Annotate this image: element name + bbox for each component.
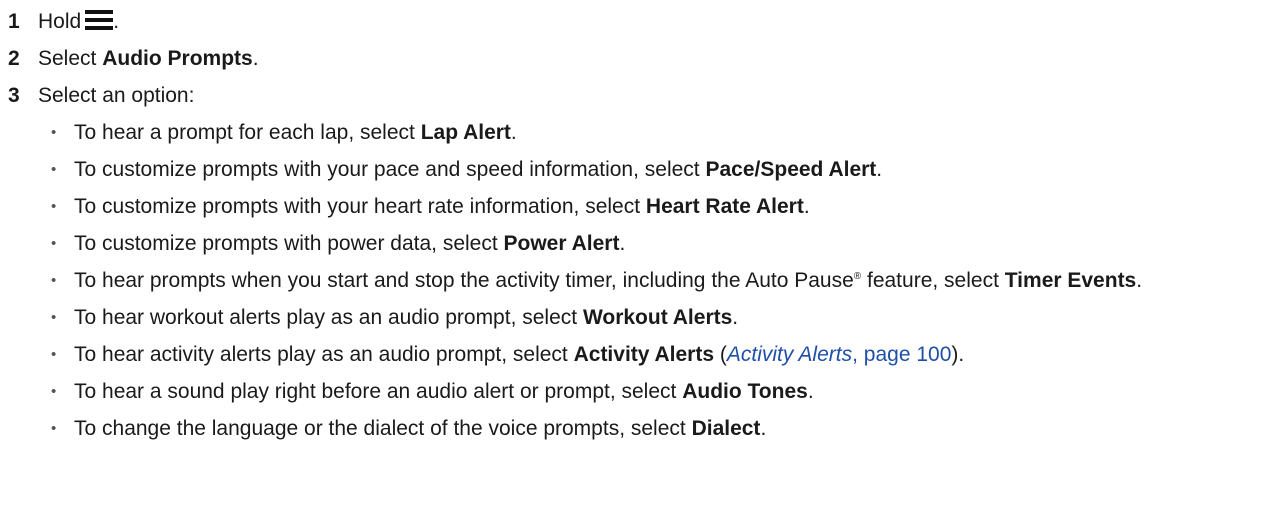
list-item: To customize prompts with power data, se… bbox=[51, 231, 1268, 257]
step-number: 3 bbox=[8, 84, 20, 107]
list-item: To hear prompts when you start and stop … bbox=[51, 268, 1268, 294]
step-text: Hold. bbox=[38, 10, 120, 33]
ui-term: Audio Prompts bbox=[102, 47, 253, 70]
menu-icon bbox=[85, 10, 114, 30]
option-list: To hear a prompt for each lap, select La… bbox=[8, 120, 1268, 442]
list-item: To change the language or the dialect of… bbox=[51, 416, 1268, 442]
step-text: Select Audio Prompts. bbox=[38, 47, 259, 70]
step-number: 2 bbox=[8, 47, 20, 70]
list-item: To customize prompts with your heart rat… bbox=[51, 194, 1268, 220]
step-2: 2 Select Audio Prompts. bbox=[8, 46, 1268, 83]
step-text: Select an option: bbox=[38, 84, 195, 107]
list-item: To hear a prompt for each lap, select La… bbox=[51, 120, 1268, 146]
step-number: 1 bbox=[8, 10, 20, 33]
activity-alerts-link[interactable]: Activity Alerts bbox=[727, 343, 852, 366]
page-reference-link[interactable]: page 100 bbox=[864, 343, 952, 366]
list-item: To customize prompts with your pace and … bbox=[51, 157, 1268, 183]
list-item: To hear activity alerts play as an audio… bbox=[51, 342, 1268, 368]
step-3: 3 Select an option: bbox=[8, 83, 1268, 120]
step-1: 1 Hold. bbox=[8, 9, 1268, 46]
list-item: To hear a sound play right before an aud… bbox=[51, 379, 1268, 405]
list-item: To hear workout alerts play as an audio … bbox=[51, 305, 1268, 331]
instructions: 1 Hold. 2 Select Audio Prompts. 3 Select… bbox=[0, 0, 1268, 442]
